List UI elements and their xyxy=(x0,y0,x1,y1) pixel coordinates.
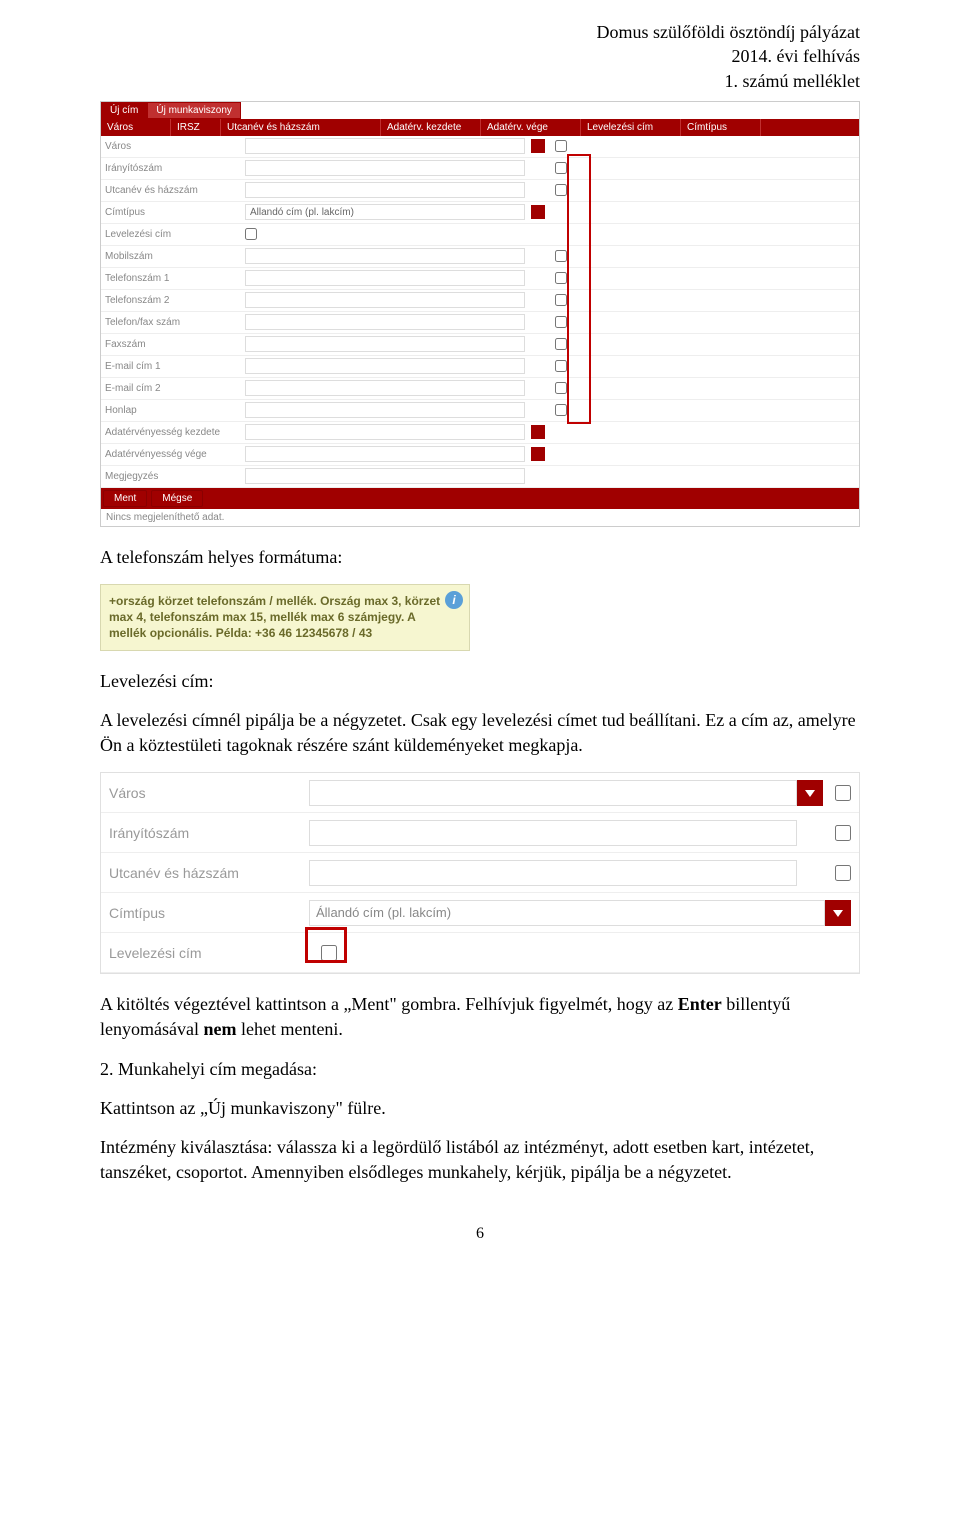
chk-mobil[interactable] xyxy=(555,250,567,262)
chk-iranyitoszam[interactable] xyxy=(555,162,567,174)
s2-input-cimtipus[interactable] xyxy=(309,900,825,926)
input-tel2[interactable] xyxy=(245,292,525,308)
chk-tel1[interactable] xyxy=(555,272,567,284)
tab-uj-munkaviszony[interactable]: Új munkaviszony xyxy=(147,102,241,119)
s2-input-varos[interactable] xyxy=(309,780,797,806)
txt-ment-3: lehet menteni. xyxy=(236,1019,342,1039)
s2-chk-utcanev[interactable] xyxy=(835,865,851,881)
s2-label-levelezesi: Levelezési cím xyxy=(109,945,309,961)
label-email1: E-mail cím 1 xyxy=(105,361,245,372)
txt-ment-bold-nem: nem xyxy=(203,1019,236,1039)
col-levelezesi: Levelezési cím xyxy=(581,119,681,136)
workplace-line-2: Intézmény kiválasztása: válassza ki a le… xyxy=(100,1135,860,1185)
phone-format-heading: A telefonszám helyes formátuma: xyxy=(100,545,860,570)
chk-fax[interactable] xyxy=(555,338,567,350)
input-telfax[interactable] xyxy=(245,314,525,330)
input-iranyitoszam[interactable] xyxy=(245,160,525,176)
input-utcanev[interactable] xyxy=(245,182,525,198)
s2-chk-varos[interactable] xyxy=(835,785,851,801)
date-picker-icon[interactable] xyxy=(531,425,545,439)
txt-ment-bold-enter: Enter xyxy=(678,994,722,1014)
chk-levelezesi[interactable] xyxy=(245,228,257,240)
column-headers: Város IRSZ Utcanév és házszám Adatérv. k… xyxy=(101,119,859,136)
label-adatvege: Adatérvényesség vége xyxy=(105,449,245,460)
cancel-button[interactable]: Mégse xyxy=(151,490,203,507)
save-instruction-paragraph: A kitöltés végeztével kattintson a „Ment… xyxy=(100,992,860,1042)
input-megjegyzes[interactable] xyxy=(245,468,525,484)
input-tel1[interactable] xyxy=(245,270,525,286)
info-icon: i xyxy=(445,591,463,609)
label-fax: Faxszám xyxy=(105,339,245,350)
s2-label-cimtipus: Címtípus xyxy=(109,905,309,921)
mailing-address-heading: Levelezési cím: xyxy=(100,669,860,694)
col-utcanev: Utcanév és házszám xyxy=(221,119,381,136)
chk-telfax[interactable] xyxy=(555,316,567,328)
s2-chk-levelezesi[interactable] xyxy=(321,945,337,961)
phone-format-tooltip: i +ország körzet telefonszám / mellék. O… xyxy=(100,584,470,651)
header-line-2: 2014. évi felhívás xyxy=(100,44,860,68)
address-form-large-screenshot: Város Irányítószám Utcanév és házszám Cí… xyxy=(100,772,860,974)
chk-email1[interactable] xyxy=(555,360,567,372)
document-header: Domus szülőföldi ösztöndíj pályázat 2014… xyxy=(100,20,860,93)
chk-honlap[interactable] xyxy=(555,404,567,416)
col-varos: Város xyxy=(101,119,171,136)
label-cimtipus: Címtípus xyxy=(105,207,245,218)
input-honlap[interactable] xyxy=(245,402,525,418)
dropdown-icon[interactable] xyxy=(797,780,823,806)
s2-input-utcanev[interactable] xyxy=(309,860,797,886)
col-irsz: IRSZ xyxy=(171,119,221,136)
tab-uj-cim[interactable]: Új cím xyxy=(101,102,147,119)
input-fax[interactable] xyxy=(245,336,525,352)
save-button[interactable]: Ment xyxy=(103,490,147,507)
input-adatkezdet[interactable] xyxy=(245,424,525,440)
dropdown-icon[interactable] xyxy=(825,900,851,926)
col-adatvege: Adatérv. vége xyxy=(481,119,581,136)
label-utcanev: Utcanév és házszám xyxy=(105,185,245,196)
chk-tel2[interactable] xyxy=(555,294,567,306)
label-email2: E-mail cím 2 xyxy=(105,383,245,394)
input-varos[interactable] xyxy=(245,138,525,154)
header-line-1: Domus szülőföldi ösztöndíj pályázat xyxy=(100,20,860,44)
txt-ment-1: A kitöltés végeztével kattintson a „Ment… xyxy=(100,994,678,1014)
workplace-heading: 2. Munkahelyi cím megadása: xyxy=(100,1057,860,1082)
no-data-label: Nincs megjeleníthető adat. xyxy=(101,509,859,526)
col-adatkezdet: Adatérv. kezdete xyxy=(381,119,481,136)
chk-utcanev[interactable] xyxy=(555,184,567,196)
dropdown-icon[interactable] xyxy=(531,139,545,153)
s2-input-iranyitoszam[interactable] xyxy=(309,820,797,846)
s2-label-iranyitoszam: Irányítószám xyxy=(109,825,309,841)
s2-chk-iranyitoszam[interactable] xyxy=(835,825,851,841)
input-cimtipus[interactable] xyxy=(245,204,525,220)
s2-label-utcanev: Utcanév és házszám xyxy=(109,865,309,881)
label-telfax: Telefon/fax szám xyxy=(105,317,245,328)
label-tel1: Telefonszám 1 xyxy=(105,273,245,284)
address-form-screenshot: Új cím Új munkaviszony Város IRSZ Utcané… xyxy=(100,101,860,527)
label-megjegyzes: Megjegyzés xyxy=(105,471,245,482)
input-adatvege[interactable] xyxy=(245,446,525,462)
col-cimtipus: Címtípus xyxy=(681,119,761,136)
input-email1[interactable] xyxy=(245,358,525,374)
chk-email2[interactable] xyxy=(555,382,567,394)
tooltip-text: +ország körzet telefonszám / mellék. Ors… xyxy=(109,594,440,640)
label-iranyitoszam: Irányítószám xyxy=(105,163,245,174)
input-mobil[interactable] xyxy=(245,248,525,264)
label-honlap: Honlap xyxy=(105,405,245,416)
label-varos: Város xyxy=(105,141,245,152)
dropdown-icon[interactable] xyxy=(531,205,545,219)
date-picker-icon[interactable] xyxy=(531,447,545,461)
chk-varos[interactable] xyxy=(555,140,567,152)
label-tel2: Telefonszám 2 xyxy=(105,295,245,306)
mailing-address-paragraph: A levelezési címnél pipálja be a négyzet… xyxy=(100,708,860,758)
s2-label-varos: Város xyxy=(109,785,309,801)
workplace-line-1: Kattintson az „Új munkaviszony" fülre. xyxy=(100,1096,860,1121)
page-number: 6 xyxy=(100,1225,860,1243)
input-email2[interactable] xyxy=(245,380,525,396)
label-mobil: Mobilszám xyxy=(105,251,245,262)
label-levelezesi: Levelezési cím xyxy=(105,229,245,240)
label-adatkezdet: Adatérvényesség kezdete xyxy=(105,427,245,438)
header-line-3: 1. számú melléklet xyxy=(100,69,860,93)
